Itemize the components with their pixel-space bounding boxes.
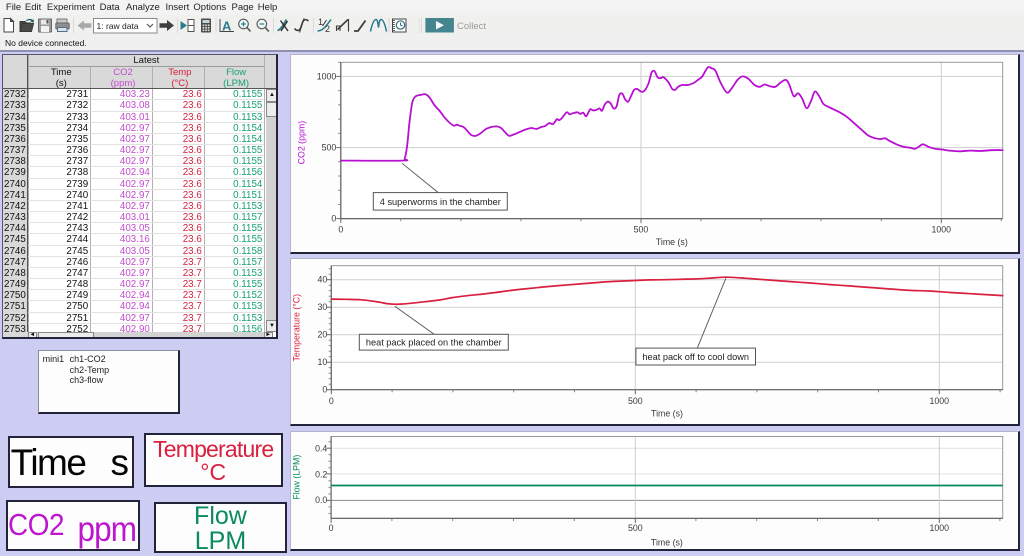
svg-text:0: 0 [331, 214, 336, 224]
svg-text:Collect: Collect [457, 21, 486, 32]
svg-text:0.4: 0.4 [315, 443, 327, 453]
svg-text:Temperature (°C): Temperature (°C) [291, 294, 301, 362]
svg-text:1000: 1000 [929, 523, 949, 533]
svg-text:20: 20 [317, 330, 327, 340]
svg-text:4 superworms in the chamber: 4 superworms in the chamber [379, 197, 500, 207]
svg-text:500: 500 [633, 225, 648, 235]
svg-text:10: 10 [317, 357, 327, 367]
svg-text:2: 2 [325, 24, 330, 34]
svg-text:0: 0 [322, 385, 327, 395]
svg-text:1000: 1000 [931, 225, 951, 235]
svg-text:Time (s): Time (s) [656, 237, 688, 247]
svg-text:0: 0 [329, 396, 334, 406]
svg-text:40: 40 [317, 275, 327, 285]
svg-text:Time (s): Time (s) [651, 409, 683, 419]
svg-text:0.0: 0.0 [315, 495, 327, 505]
svg-text:500: 500 [628, 396, 643, 406]
svg-text:CO2 (ppm): CO2 (ppm) [296, 121, 306, 165]
svg-text:0.2: 0.2 [315, 469, 327, 479]
svg-text:Time (s): Time (s) [651, 537, 683, 547]
svg-text:500: 500 [628, 523, 643, 533]
svg-text:1000: 1000 [316, 72, 336, 82]
svg-text:0: 0 [338, 225, 343, 235]
svg-text:30: 30 [317, 302, 327, 312]
svg-text:500: 500 [321, 143, 336, 153]
svg-text:Flow (LPM): Flow (LPM) [291, 454, 301, 499]
svg-text:0: 0 [328, 523, 333, 533]
svg-text:A: A [222, 19, 232, 34]
svg-text:heat pack off to cool down: heat pack off to cool down [642, 352, 749, 362]
svg-text:1: raw data: 1: raw data [97, 21, 139, 31]
svg-text:1000: 1000 [929, 396, 949, 406]
svg-text:heat pack placed on the chambe: heat pack placed on the chamber [366, 338, 502, 348]
